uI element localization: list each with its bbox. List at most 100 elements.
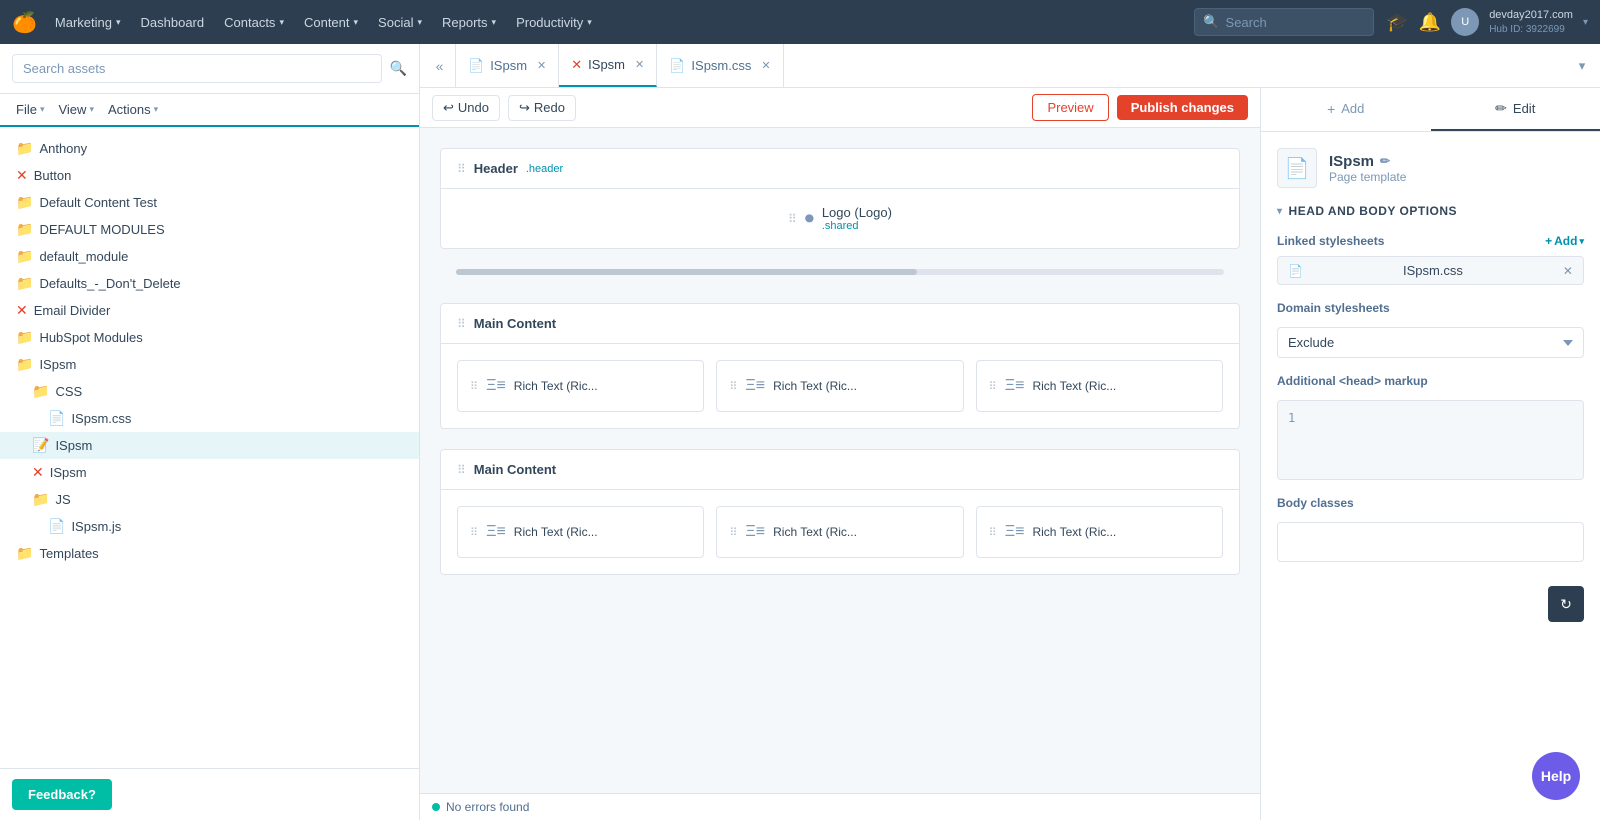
sidebar: 🔍 File ▾ View ▾ Actions ▾ 📁Anthony✕Butto… [0, 44, 420, 820]
richtext4-drag[interactable]: ⠿ [470, 526, 478, 539]
tree-item-templates[interactable]: 📁Templates [0, 540, 419, 567]
add-stylesheet-button[interactable]: + Add ▾ [1545, 234, 1584, 248]
graduation-icon[interactable]: 🎓 [1386, 12, 1408, 33]
tree-item-label: Defaults_-_Don't_Delete [39, 276, 180, 291]
domain-stylesheets-select[interactable]: Exclude Include [1277, 327, 1584, 358]
tab-overflow-button[interactable]: ▾ [1568, 58, 1596, 74]
add-icon: + [1327, 101, 1335, 117]
template-icon: 📝 [32, 437, 49, 454]
redo-icon: ↪ [519, 100, 530, 116]
richtext-module-4[interactable]: ⠿ Ξ≡ Rich Text (Ric... [457, 506, 704, 558]
stylesheet-tag: 📄 ISpsm.css ✕ [1277, 256, 1584, 285]
nav-reports[interactable]: Reports ▾ [432, 0, 506, 44]
file-caret-icon: ▾ [40, 104, 45, 115]
nav-contacts[interactable]: Contacts ▾ [214, 0, 294, 44]
tree-item-label: HubSpot Modules [39, 330, 142, 345]
nav-content[interactable]: Content ▾ [294, 0, 368, 44]
main1-drag-handle[interactable]: ⠿ [457, 317, 466, 331]
bell-icon[interactable]: 🔔 [1419, 12, 1441, 33]
tree-item-button[interactable]: ✕Button [0, 162, 419, 189]
main2-drag-handle[interactable]: ⠿ [457, 463, 466, 477]
redo-button[interactable]: ↪ Redo [508, 95, 576, 121]
undo-icon: ↩ [443, 100, 454, 116]
tab-ispsm-css[interactable]: 📄 ISpsm.css ✕ [657, 44, 783, 87]
chevron-down-icon[interactable]: ▾ [1583, 17, 1588, 28]
richtext1-drag[interactable]: ⠿ [470, 380, 478, 393]
richtext6-drag[interactable]: ⠿ [989, 526, 997, 539]
tree-item-ispsm-js[interactable]: 📄ISpsm.js [0, 513, 419, 540]
reports-caret: ▾ [492, 17, 497, 28]
tab-ispsm-active[interactable]: ✕ ISpsm ✕ [559, 44, 657, 87]
undo-button[interactable]: ↩ Undo [432, 95, 500, 121]
richtext2-drag[interactable]: ⠿ [729, 380, 737, 393]
file-menu-button[interactable]: File ▾ [12, 100, 48, 119]
feedback-button[interactable]: Feedback? [12, 779, 112, 810]
richtext5-drag[interactable]: ⠿ [729, 526, 737, 539]
nav-productivity[interactable]: Productivity ▾ [506, 0, 602, 44]
main1-modules: ⠿ Ξ≡ Rich Text (Ric... ⠿ Ξ≡ Rich Text (R… [441, 344, 1239, 428]
hubspot-logo[interactable]: 🍊 [12, 10, 37, 35]
tree-item-label: JS [55, 492, 70, 507]
tree-item-ispsm[interactable]: 📝ISpsm [0, 432, 419, 459]
richtext-module-6[interactable]: ⠿ Ξ≡ Rich Text (Ric... [976, 506, 1223, 558]
head-markup-editor[interactable]: 1 [1277, 400, 1584, 480]
tree-item-defaults---don-t-delete[interactable]: 📁Defaults_-_Don't_Delete [0, 270, 419, 297]
search-input[interactable] [12, 54, 382, 83]
nav-marketing[interactable]: Marketing ▾ [45, 0, 131, 44]
close-css-tab-icon[interactable]: ✕ [761, 59, 770, 72]
tree-item-label: Default Content Test [39, 195, 157, 210]
close-tab-icon[interactable]: ✕ [537, 59, 546, 72]
head-body-collapse[interactable]: ▾ HEAD AND BODY OPTIONS [1277, 204, 1584, 218]
nav-social[interactable]: Social ▾ [368, 0, 432, 44]
tree-item-js[interactable]: 📁JS [0, 486, 419, 513]
logo-drag-handle[interactable]: ⠿ [788, 212, 797, 226]
productivity-caret: ▾ [587, 17, 592, 28]
tab-ispsm-html[interactable]: 📄 ISpsm ✕ [456, 44, 559, 87]
logo-module[interactable]: ⠿ ⏺ Logo (Logo) .shared [772, 189, 908, 248]
richtext-icon-4: Ξ≡ [486, 523, 506, 541]
right-panel-body: 📄 ISpsm ✏ Page template ▾ [1261, 132, 1600, 578]
publish-button[interactable]: Publish changes [1117, 95, 1248, 120]
drag-handle-icon[interactable]: ⠿ [457, 162, 466, 176]
tab-edit[interactable]: ✏ Edit [1431, 88, 1600, 131]
tree-item-label: Email Divider [34, 303, 111, 318]
social-caret: ▾ [417, 17, 422, 28]
tree-item-label: default_module [39, 249, 128, 264]
css-icon: 📄 [1288, 264, 1303, 278]
remove-stylesheet-icon[interactable]: ✕ [1563, 264, 1573, 278]
tree-item-default-module[interactable]: 📁 default_module [0, 243, 419, 270]
tree-item-ispsm-css[interactable]: 📄ISpsm.css [0, 405, 419, 432]
body-classes-input[interactable] [1277, 522, 1584, 562]
global-search-input[interactable] [1226, 15, 1346, 30]
folder-icon: 📁 [16, 248, 33, 265]
richtext-module-1[interactable]: ⠿ Ξ≡ Rich Text (Ric... [457, 360, 704, 412]
nav-dashboard[interactable]: Dashboard [131, 0, 215, 44]
canvas-container: ↩ Undo ↪ Redo Preview Publish changes [420, 88, 1260, 820]
richtext-module-5[interactable]: ⠿ Ξ≡ Rich Text (Ric... [716, 506, 963, 558]
help-button[interactable]: Help [1532, 752, 1580, 800]
collapse-sidebar-button[interactable]: « [424, 44, 456, 87]
tree-item-default-content-test[interactable]: 📁Default Content Test [0, 189, 419, 216]
tree-item-css[interactable]: 📁CSS [0, 378, 419, 405]
horizontal-scrollbar[interactable] [456, 269, 1224, 275]
close-active-tab-icon[interactable]: ✕ [635, 58, 644, 71]
richtext-module-3[interactable]: ⠿ Ξ≡ Rich Text (Ric... [976, 360, 1223, 412]
tree-item-ispsm[interactable]: 📁ISpsm [0, 351, 419, 378]
richtext3-drag[interactable]: ⠿ [989, 380, 997, 393]
richtext-module-2[interactable]: ⠿ Ξ≡ Rich Text (Ric... [716, 360, 963, 412]
edit-name-icon[interactable]: ✏ [1380, 154, 1390, 168]
main2-section-header: ⠿ Main Content [441, 450, 1239, 490]
tree-item-hubspot-modules[interactable]: 📁HubSpot Modules [0, 324, 419, 351]
account-info[interactable]: devday2017.com Hub ID: 3922699 [1489, 8, 1573, 35]
main-content-section-1: ⠿ Main Content ⠿ Ξ≡ Rich Text (Ric... ⠿ [440, 303, 1240, 429]
user-avatar[interactable]: U [1451, 8, 1479, 36]
tree-item-default-modules[interactable]: 📁DEFAULT MODULES [0, 216, 419, 243]
view-menu-button[interactable]: View ▾ [54, 100, 97, 119]
tree-item-email-divider[interactable]: ✕Email Divider [0, 297, 419, 324]
rotate-button[interactable]: ↻ [1548, 586, 1584, 622]
tab-add[interactable]: + Add [1261, 88, 1431, 131]
preview-button[interactable]: Preview [1032, 94, 1108, 121]
tree-item-anthony[interactable]: 📁Anthony [0, 135, 419, 162]
actions-menu-button[interactable]: Actions ▾ [104, 100, 162, 119]
tree-item-ispsm[interactable]: ✕ISpsm [0, 459, 419, 486]
